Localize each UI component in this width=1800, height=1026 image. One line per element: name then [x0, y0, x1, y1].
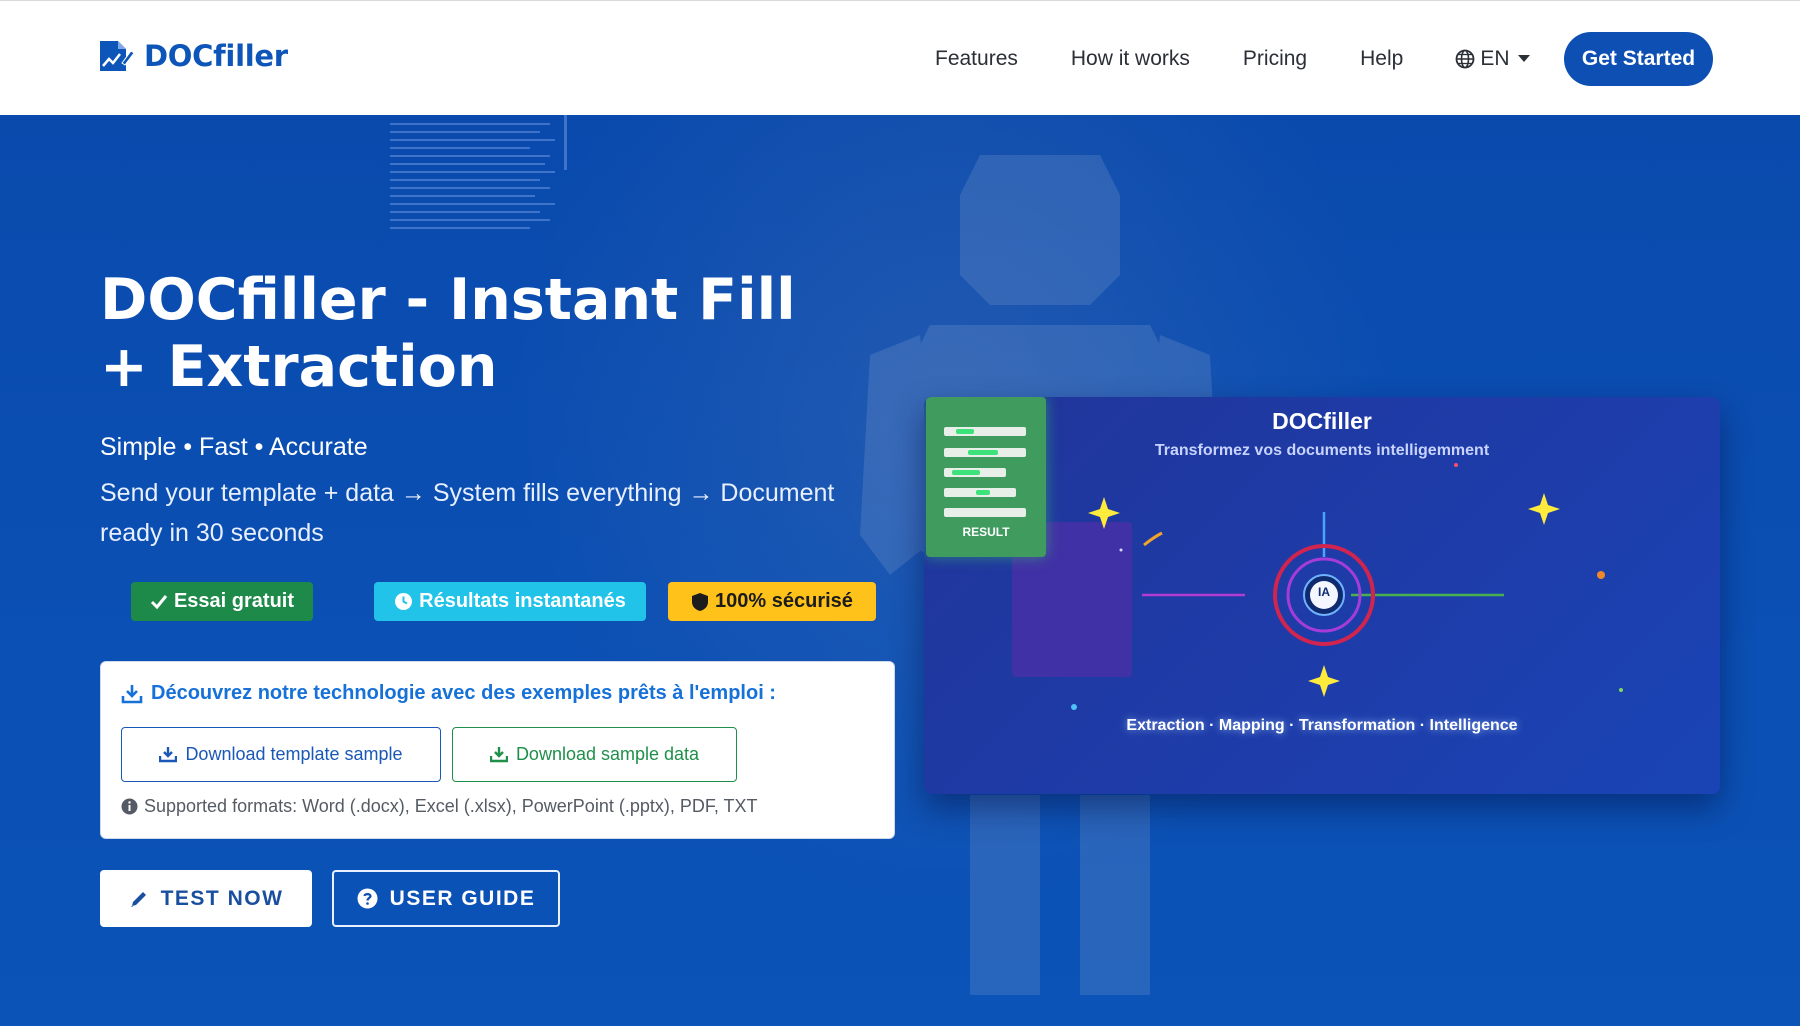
- test-now-label: TEST NOW: [160, 886, 284, 910]
- document-chart-icon: [100, 41, 134, 71]
- download-template-label: Download template sample: [185, 744, 403, 764]
- badge-label: Essai gratuit: [173, 590, 295, 612]
- illustration-subtitle: Transformez vos documents intelligemment: [1154, 442, 1490, 459]
- badge-free-trial: Essai gratuit: [131, 582, 313, 621]
- nav-link-pricing[interactable]: Pricing: [1243, 47, 1307, 71]
- test-now-button[interactable]: TEST NOW: [100, 870, 312, 927]
- samples-title-text: Découvrez notre technologie avec des exe…: [151, 682, 776, 704]
- samples-card: Découvrez notre technologie avec des exe…: [100, 661, 895, 839]
- badge-instant-results: Résultats instantanés: [374, 582, 646, 621]
- download-icon: [489, 747, 508, 763]
- nav-link-help[interactable]: Help: [1360, 47, 1403, 71]
- check-icon: [150, 594, 168, 609]
- nav-link-features[interactable]: Features: [935, 47, 1018, 71]
- supported-formats-text: Supported formats: Word (.docx), Excel (…: [144, 796, 758, 816]
- info-icon: [121, 798, 138, 815]
- question-circle-icon: [357, 888, 378, 909]
- hero-section: DOCfiller - Instant Fill + Extraction Si…: [0, 115, 1800, 1026]
- badge-label: 100% sécurisé: [715, 590, 853, 612]
- user-guide-label: USER GUIDE: [389, 886, 536, 910]
- illustration-footer: Extraction · Mapping · Transformation · …: [1126, 717, 1518, 734]
- globe-icon: [1455, 49, 1475, 68]
- get-started-button[interactable]: Get Started: [1564, 32, 1713, 86]
- hero-description: Send your template + data → System fills…: [100, 479, 835, 547]
- download-icon: [159, 747, 178, 763]
- navbar: DOCfiller Features How it works Pricing …: [0, 0, 1800, 115]
- illustration-title: DOCfiller: [1272, 408, 1372, 434]
- badge-label: Résultats instantanés: [419, 590, 626, 612]
- user-guide-button[interactable]: USER GUIDE: [332, 870, 560, 927]
- nav-link-how-it-works[interactable]: How it works: [1071, 47, 1190, 71]
- download-template-button[interactable]: Download template sample: [121, 727, 441, 782]
- language-label: EN: [1480, 46, 1510, 70]
- download-data-button[interactable]: Download sample data: [452, 727, 737, 782]
- download-data-label: Download sample data: [515, 744, 700, 764]
- code-background-decoration: [380, 115, 570, 245]
- badge-secure: 100% sécurisé: [668, 582, 876, 621]
- download-icon: [121, 684, 143, 703]
- samples-title: Découvrez notre technologie avec des exe…: [121, 682, 776, 705]
- supported-formats-note: Supported formats: Word (.docx), Excel (…: [121, 796, 758, 817]
- brand-logo[interactable]: DOCfiller: [98, 39, 288, 73]
- hero-tagline: Simple • Fast • Accurate: [100, 433, 368, 461]
- chevron-down-icon: [1517, 55, 1530, 62]
- hub-label: IA: [1318, 585, 1330, 599]
- brand-name: DOCfiller: [144, 39, 288, 73]
- language-dropdown[interactable]: EN: [1455, 46, 1530, 71]
- hero-illustration: RESULT IA DOCfiller Transformez vos docu…: [924, 397, 1720, 794]
- pencil-icon: [130, 891, 146, 907]
- shield-icon: [692, 592, 709, 611]
- clock-icon: [395, 593, 413, 610]
- hero-title: DOCfiller - Instant Fill + Extraction: [100, 267, 796, 400]
- nav-links: Features How it works Pricing Help EN: [935, 1, 1530, 116]
